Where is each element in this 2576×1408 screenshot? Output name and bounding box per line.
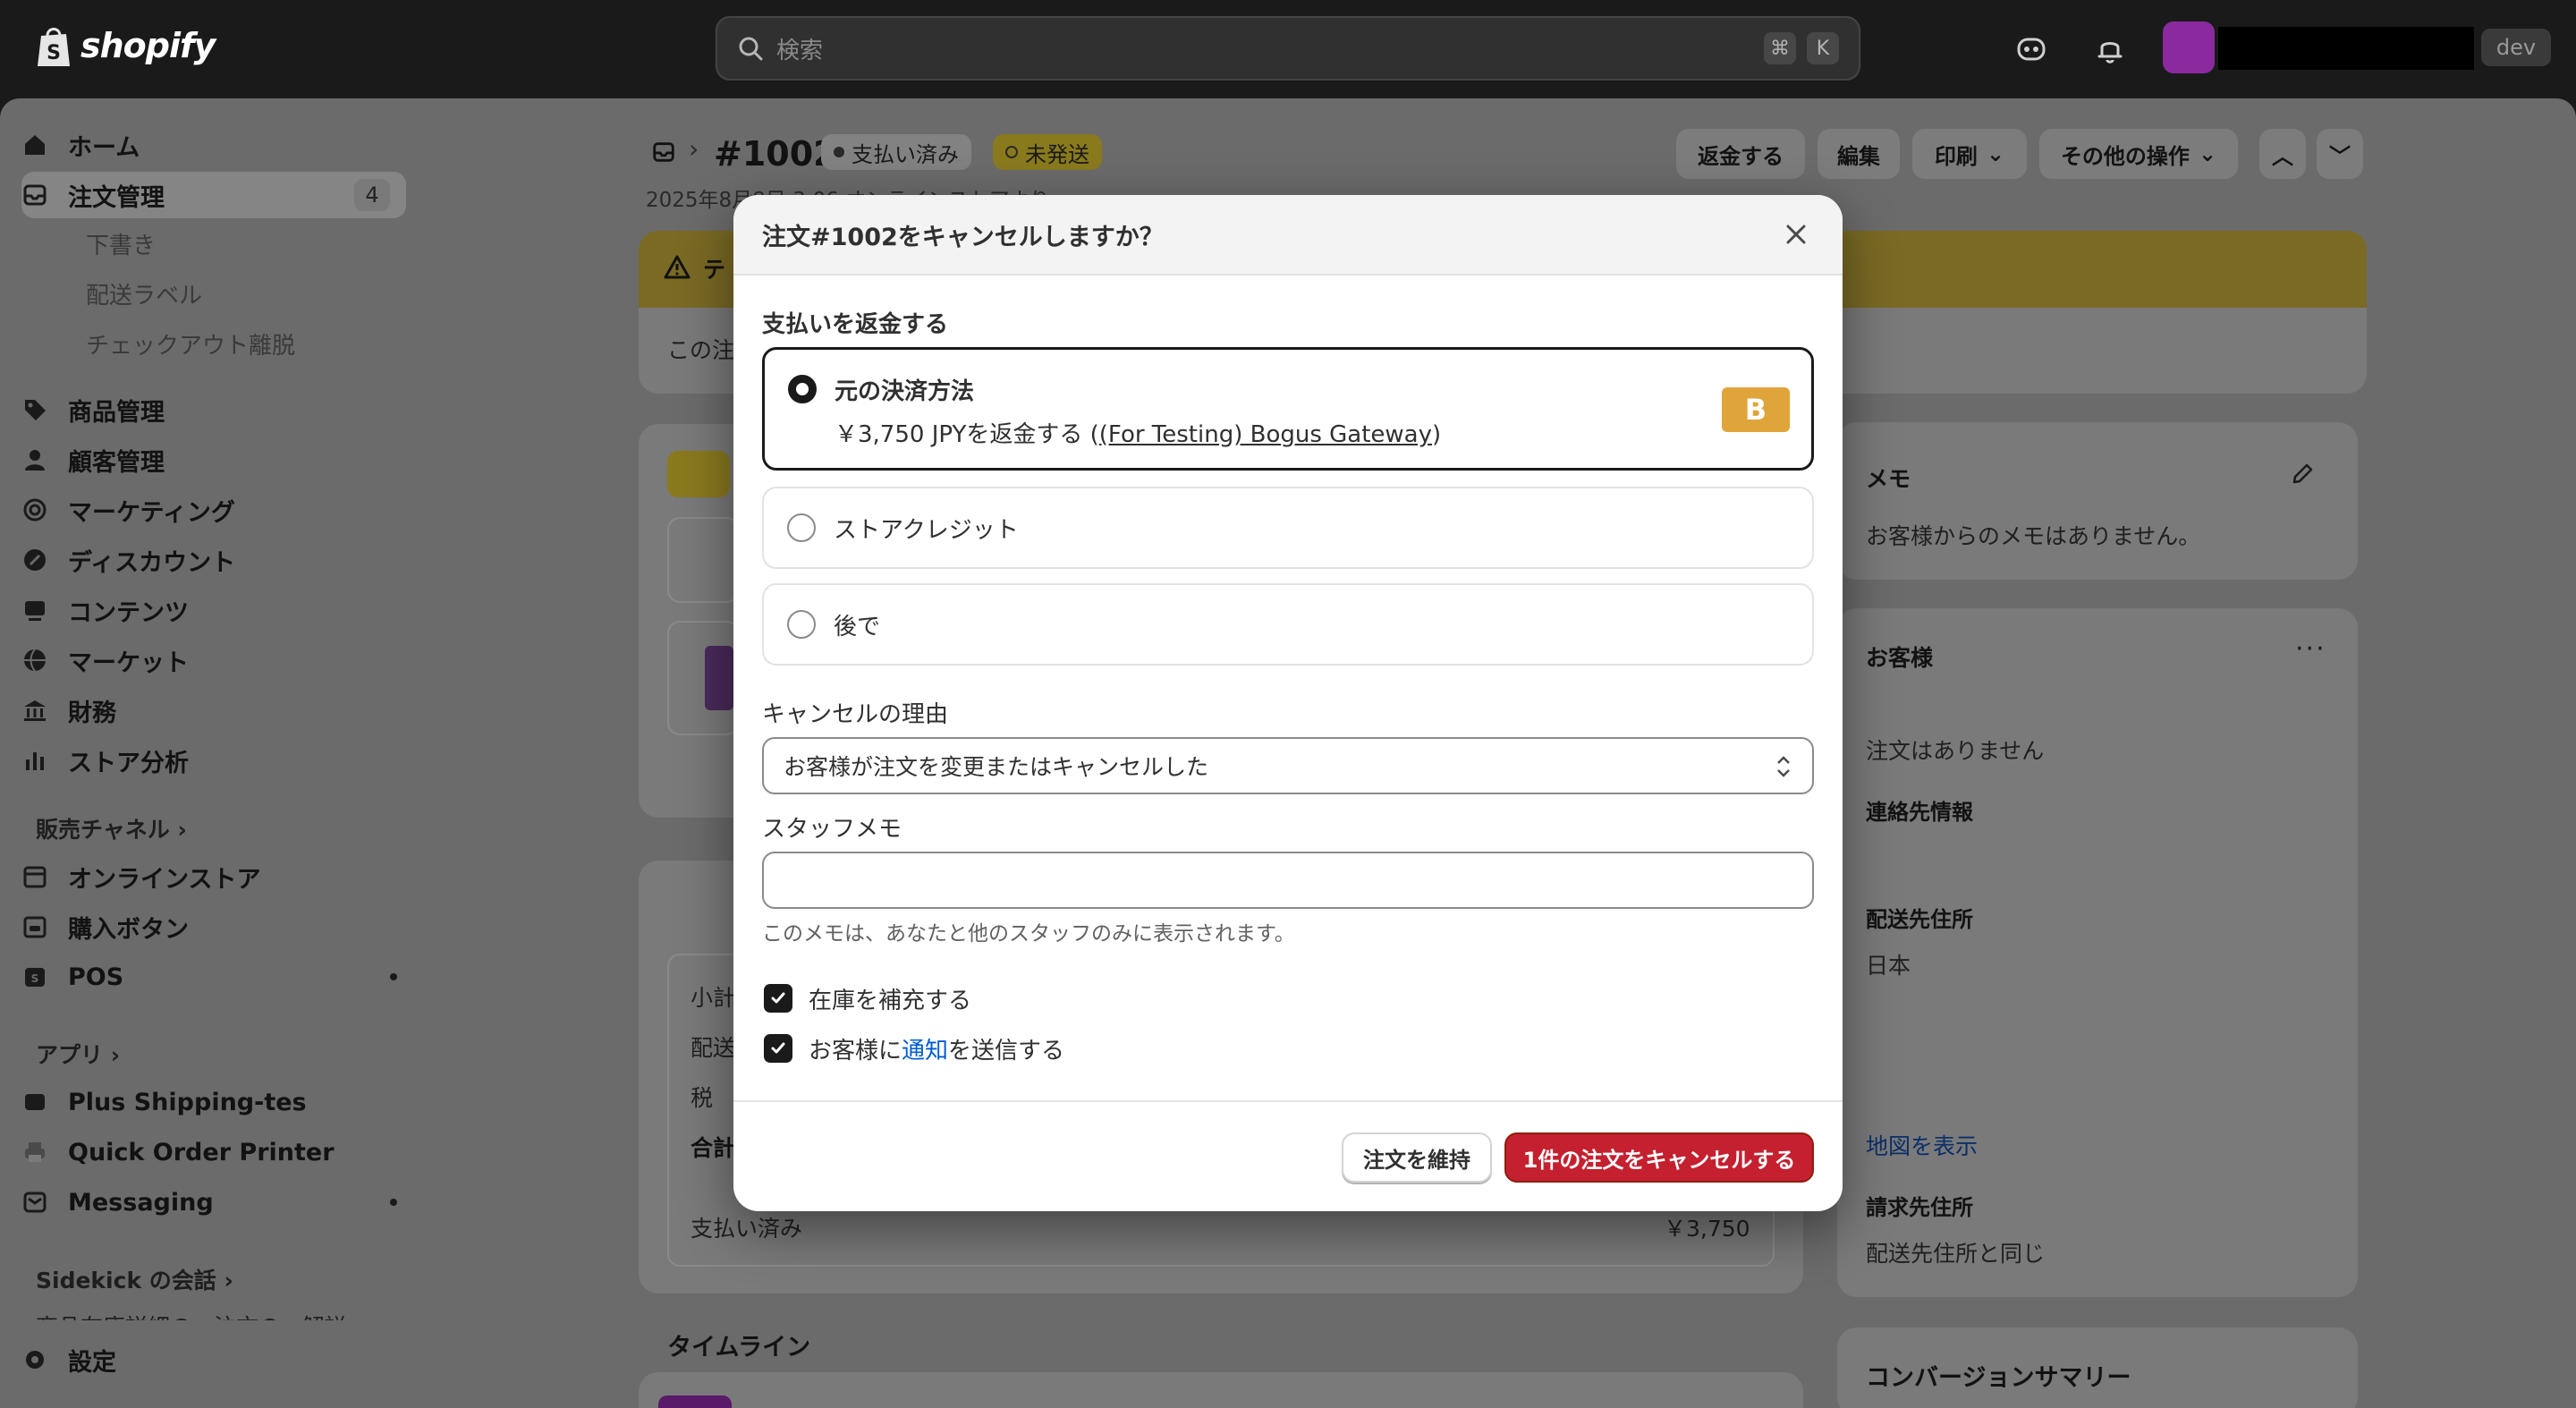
refund-option-label: 元の決済方法	[835, 378, 975, 405]
close-button[interactable]	[1778, 216, 1814, 252]
refund-option-store-credit[interactable]: ストアクレジット	[762, 487, 1814, 569]
checkmark-icon	[771, 1042, 785, 1054]
cancel-reason-value: お客様が注文を変更またはキャンセルした	[784, 754, 1209, 780]
notification-link[interactable]: 通知	[902, 1038, 948, 1064]
keep-order-button[interactable]: 注文を維持	[1342, 1132, 1492, 1183]
notify-customer-label: お客様に通知を送信する	[809, 1038, 1065, 1064]
staff-note-help-text: このメモは、あなたと他のスタッフのみに表示されます。	[762, 922, 1295, 946]
refund-amount-text: ￥3,750 JPYを返金する ((For Testing) Bogus Gat…	[835, 421, 1442, 448]
radio-original-method[interactable]	[788, 375, 817, 403]
radio-later[interactable]	[787, 610, 816, 639]
select-arrows-icon	[1777, 756, 1790, 777]
dialog-header: 注文#1002をキャンセルしますか？	[733, 195, 1843, 276]
close-icon	[1786, 225, 1806, 244]
notify-customer-checkbox[interactable]	[764, 1034, 792, 1063]
checkmark-icon	[771, 992, 785, 1004]
refund-section-label: 支払いを返金する	[762, 311, 949, 338]
bogus-gateway-icon: B	[1722, 387, 1790, 432]
cancel-order-dialog: 注文#1002をキャンセルしますか？ 支払いを返金する 元の決済方法 ￥3,75…	[733, 195, 1843, 1211]
restock-label: 在庫を補充する	[809, 988, 972, 1014]
dialog-title: 注文#1002をキャンセルしますか？	[762, 223, 1164, 251]
staff-note-label: スタッフメモ	[762, 816, 902, 843]
cancel-order-button[interactable]: 1件の注文をキャンセルする	[1504, 1132, 1814, 1183]
gateway-link[interactable]: (For Testing) Bogus Gateway	[1099, 421, 1432, 448]
refund-option-label: ストアクレジット	[834, 517, 1019, 544]
radio-store-credit[interactable]	[787, 513, 816, 542]
cancel-reason-select[interactable]: お客様が注文を変更またはキャンセルした	[762, 737, 1814, 794]
refund-option-original-method[interactable]: 元の決済方法 ￥3,750 JPYを返金する ((For Testing) Bo…	[762, 347, 1814, 471]
dialog-footer: 注文を維持 1件の注文をキャンセルする	[733, 1100, 1843, 1211]
restock-checkbox[interactable]	[764, 984, 792, 1013]
refund-option-later[interactable]: 後で	[762, 583, 1814, 666]
refund-option-label: 後で	[834, 614, 881, 640]
cancel-reason-label: キャンセルの理由	[762, 701, 949, 728]
staff-note-input[interactable]	[762, 852, 1814, 909]
